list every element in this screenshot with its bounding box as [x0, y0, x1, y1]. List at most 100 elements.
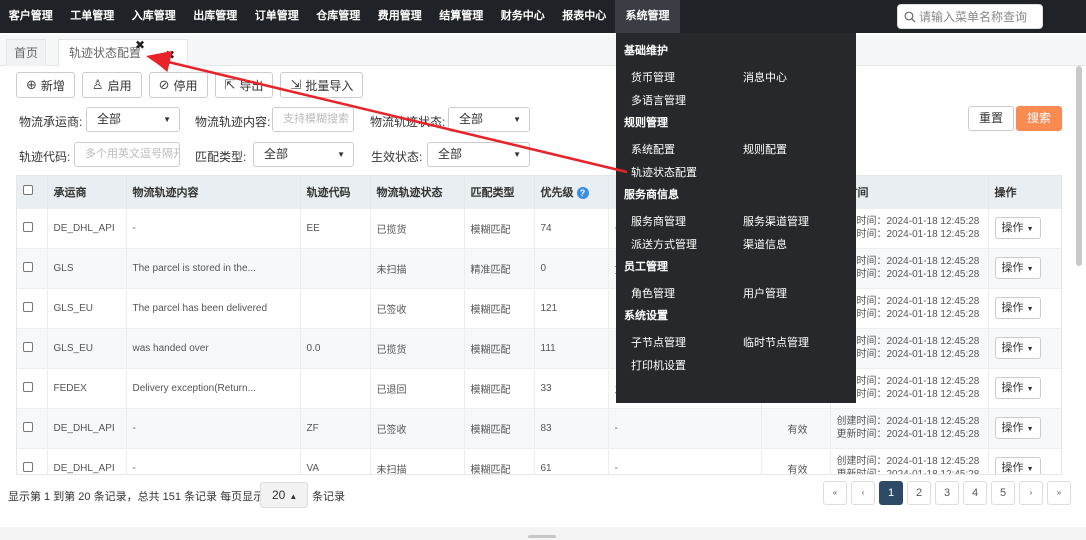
operation-dropdown-button[interactable]: 操作 ▼: [994, 457, 1041, 474]
col-priority[interactable]: 优先级?: [534, 176, 609, 208]
menu-item[interactable]: 消息中心: [743, 69, 787, 85]
menu-search-box[interactable]: [897, 4, 1043, 29]
effect-select[interactable]: 全部 ▼: [427, 142, 530, 167]
checkbox[interactable]: [23, 301, 33, 312]
reset-button[interactable]: 重置: [968, 106, 1014, 131]
horizontal-scroll-handle[interactable]: [528, 535, 556, 538]
nav-item-7[interactable]: 结算管理: [431, 0, 493, 33]
nav-item-1[interactable]: 工单管理: [62, 0, 124, 33]
operation-dropdown-button[interactable]: 操作 ▼: [994, 417, 1041, 439]
menu-item[interactable]: 临时节点管理: [743, 334, 809, 350]
cell-priority: 74: [534, 207, 609, 248]
caret-down-icon: ▼: [1026, 346, 1034, 353]
row-checkbox-cell[interactable]: [17, 447, 48, 474]
page-4-button[interactable]: 4: [963, 481, 987, 505]
menu-item[interactable]: 服务商管理: [631, 213, 686, 229]
nav-item-6[interactable]: 费用管理: [369, 0, 431, 33]
table-row[interactable]: DE_DHL_API-EE已揽货模糊匹配74-创建时间：2024-01-18 1…: [17, 207, 1061, 248]
table-row[interactable]: DE_DHL_API - VA 未扫描 模糊匹配 61- 有效 创建时间：2024-01-18…: [17, 447, 1061, 474]
col-status[interactable]: 物流轨迹状态: [370, 176, 465, 208]
nav-item-2[interactable]: 入库管理: [123, 0, 185, 33]
close-icon[interactable]: ✖: [135, 32, 145, 58]
table-row[interactable]: GLS The parcel is stored in the... 未扫描 精准匹配…: [17, 247, 1061, 288]
col-carrier[interactable]: 承运商: [47, 176, 127, 208]
page-nav-button[interactable]: »: [1047, 481, 1071, 505]
nav-item-3[interactable]: 出库管理: [185, 0, 247, 33]
operation-dropdown-button[interactable]: 操作 ▼: [994, 337, 1041, 359]
close-tab-icon[interactable]: ✖: [165, 42, 175, 68]
nav-item-4[interactable]: 订单管理: [246, 0, 308, 33]
enable-button[interactable]: ♙ 启用: [81, 72, 142, 98]
menu-item[interactable]: 货币管理: [631, 69, 675, 85]
checkbox[interactable]: [23, 381, 33, 392]
row-checkbox-cell[interactable]: [17, 287, 48, 328]
operation-dropdown-button[interactable]: 操作 ▼: [994, 377, 1041, 399]
status-select[interactable]: 全部 ▼: [448, 107, 530, 132]
checkbox[interactable]: [23, 221, 33, 232]
menu-item[interactable]: 系统配置: [631, 141, 675, 157]
table-row[interactable]: GLS_EU The parcel has been delivered 已签收 模糊…: [17, 287, 1061, 328]
cell-priority: 33: [534, 367, 609, 408]
checkbox[interactable]: [23, 421, 33, 432]
menu-item[interactable]: 多语言管理: [631, 92, 686, 108]
operation-dropdown-button[interactable]: 操作 ▼: [994, 217, 1041, 239]
page-size-select[interactable]: 20 ▲: [260, 482, 308, 508]
operation-dropdown-button[interactable]: 操作 ▼: [994, 297, 1041, 319]
cell-priority: 111: [534, 327, 609, 368]
checkbox[interactable]: [23, 461, 33, 472]
row-checkbox-cell[interactable]: [17, 327, 48, 368]
table-row[interactable]: DE_DHL_API - ZF 已签收 模糊匹配 83- 有效 创建时间：2024-01-18…: [17, 407, 1061, 448]
add-button[interactable]: ⊕ 新增: [16, 72, 75, 98]
tab-track-status-config[interactable]: 轨迹状态配置 ✖ ✖: [58, 38, 188, 68]
content-input[interactable]: 支持模糊搜索: [272, 107, 354, 132]
select-all[interactable]: [17, 176, 48, 208]
tab-home[interactable]: 首页: [6, 39, 46, 66]
page-3-button[interactable]: 3: [935, 481, 959, 505]
page-2-button[interactable]: 2: [907, 481, 931, 505]
operation-dropdown-button[interactable]: 操作 ▼: [994, 257, 1041, 279]
col-content[interactable]: 物流轨迹内容: [126, 176, 301, 208]
help-icon[interactable]: ?: [576, 186, 589, 199]
checkbox[interactable]: [23, 261, 33, 272]
nav-item-10[interactable]: 系统管理: [615, 0, 680, 33]
menu-item[interactable]: 子节点管理: [631, 334, 686, 350]
col-code[interactable]: 轨迹代码: [300, 176, 371, 208]
nav-item-8[interactable]: 财务中心: [492, 0, 554, 33]
export-button[interactable]: ⇱ 导出: [214, 72, 274, 98]
nav-item-0[interactable]: 客户管理: [0, 0, 62, 33]
menu-item[interactable]: 用户管理: [743, 285, 787, 301]
page-5-button[interactable]: 5: [991, 481, 1015, 505]
search-button[interactable]: 搜索: [1016, 106, 1062, 131]
page-nav-button[interactable]: «: [823, 481, 847, 505]
nav-item-5[interactable]: 仓库管理: [308, 0, 370, 33]
match-select[interactable]: 全部 ▼: [253, 142, 354, 167]
menu-item[interactable]: 派送方式管理: [631, 236, 697, 252]
page-nav-button[interactable]: ›: [1019, 481, 1043, 505]
vertical-scrollbar[interactable]: [1076, 66, 1082, 266]
row-checkbox-cell[interactable]: [17, 407, 48, 448]
row-checkbox-cell[interactable]: [17, 207, 48, 248]
row-checkbox-cell[interactable]: [17, 367, 48, 408]
nav-item-9[interactable]: 报表中心: [554, 0, 616, 33]
checkbox[interactable]: [23, 341, 33, 352]
menu-item[interactable]: 轨迹状态配置: [631, 164, 697, 180]
batch-import-button[interactable]: ⇲ 批量导入: [280, 72, 364, 98]
disable-button[interactable]: ⊘ 停用: [148, 72, 208, 98]
page-1-button[interactable]: 1: [879, 481, 903, 505]
table-row[interactable]: FEDEX Delivery exception(Return... 已退回 模糊匹配…: [17, 367, 1061, 408]
carrier-select[interactable]: 全部 ▼: [86, 107, 180, 132]
menu-item[interactable]: 规则配置: [743, 141, 787, 157]
page-nav-button[interactable]: ‹: [851, 481, 875, 505]
menu-item[interactable]: 角色管理: [631, 285, 675, 301]
toolbar: ⊕ 新增 ♙ 启用 ⊘ 停用 ⇱ 导出 ⇲ 批量导入: [16, 72, 370, 98]
checkbox[interactable]: [23, 185, 33, 196]
menu-item[interactable]: 服务渠道管理: [743, 213, 809, 229]
row-checkbox-cell[interactable]: [17, 247, 48, 288]
menu-search-input[interactable]: [919, 9, 1037, 24]
col-match[interactable]: 匹配类型: [464, 176, 535, 208]
table-row[interactable]: GLS_EU was handed over 0.0 已揽货 模糊匹配 111 创建时间：2…: [17, 327, 1061, 368]
cell-action: 操作 ▼: [988, 287, 1061, 328]
code-input[interactable]: 多个用英文逗号隔开: [74, 142, 180, 167]
menu-item[interactable]: 打印机设置: [631, 357, 686, 373]
menu-item[interactable]: 渠道信息: [743, 236, 787, 252]
